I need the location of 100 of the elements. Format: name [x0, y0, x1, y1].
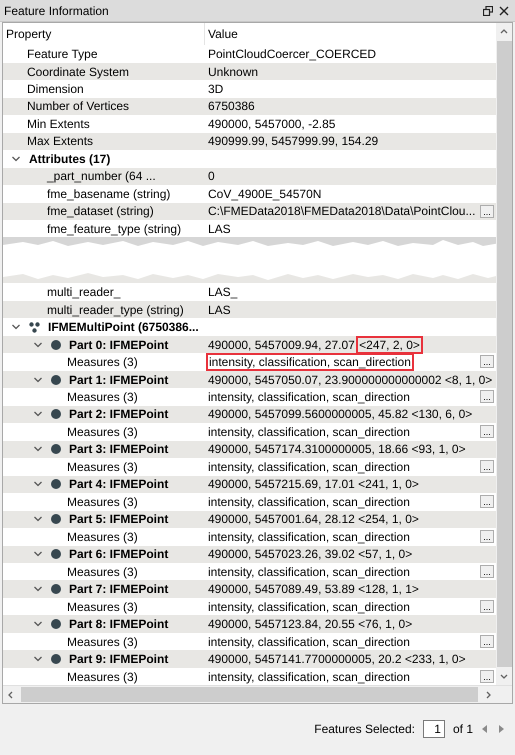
ellipsis-button[interactable]: ... — [480, 355, 494, 368]
measure-values: <8, 1, 0> — [444, 372, 492, 387]
point-icon — [51, 549, 61, 560]
property-value: intensity, classification, scan_direction — [208, 460, 410, 474]
tree-node-label[interactable]: Part 5: IFMEPoint — [69, 512, 168, 526]
restore-icon[interactable] — [483, 6, 493, 16]
property-value: 6750386 — [208, 99, 255, 114]
tree-node-label[interactable]: Part 6: IFMEPoint — [69, 547, 168, 562]
tree-node-label[interactable]: Part 3: IFMEPoint — [69, 442, 168, 456]
property-name: Number of Vertices — [27, 99, 130, 114]
point-icon — [51, 409, 61, 420]
point-coordinates: 490000, 5457001.64, 28.12 — [208, 512, 355, 526]
ellipsis-button[interactable]: ... — [480, 530, 494, 544]
ellipsis-button[interactable]: ... — [480, 425, 494, 438]
selected-index-field[interactable]: 1 — [422, 720, 445, 738]
property-value: intensity, classification, scan_direction — [208, 530, 410, 544]
point-icon — [51, 584, 61, 594]
ellipsis-button[interactable]: ... — [480, 390, 494, 404]
tree-node-label[interactable]: Attributes (17) — [29, 152, 110, 166]
property-value: PointCloudCoercer_COERCED — [208, 47, 376, 62]
multipoint-icon — [29, 322, 40, 333]
panel-title: Feature Information — [4, 4, 110, 18]
property-name: _part_number (64 ... — [47, 169, 156, 184]
next-icon[interactable] — [497, 724, 505, 734]
property-value: intensity, classification, scan_direction — [208, 600, 410, 614]
property-value: intensity, classification, scan_direction — [208, 355, 412, 370]
property-name: Measures (3) — [67, 634, 138, 649]
property-name: Measures (3) — [67, 460, 138, 474]
column-header[interactable]: Value — [205, 23, 496, 46]
point-icon — [51, 479, 61, 490]
property-name: Measures (3) — [67, 494, 138, 509]
measure-values: <130, 6, 0> — [412, 407, 472, 422]
property-name: multi_reader_ — [47, 285, 120, 300]
property-value: 490999.99, 5457999.99, 154.29 — [208, 134, 378, 148]
property-value: intensity, classification, scan_direction — [208, 494, 410, 509]
property-name: fme_dataset (string) — [47, 204, 154, 218]
point-icon — [51, 514, 61, 524]
tree-node-label[interactable]: IFMEMultiPoint (6750386... — [48, 320, 199, 334]
chevron-icon[interactable] — [33, 340, 43, 350]
point-coordinates: 490000, 5457023.26, 39.02 — [208, 547, 355, 562]
property-value: 3D — [208, 82, 224, 96]
point-coordinates: 490000, 5457009.94, 27.07 — [208, 338, 355, 352]
chevron-icon[interactable] — [11, 154, 21, 164]
point-icon — [51, 619, 61, 630]
tree-node-label[interactable]: Part 2: IFMEPoint — [69, 407, 168, 422]
property-name: Measures (3) — [67, 564, 138, 579]
measure-values: <76, 1, 0> — [358, 617, 412, 632]
ellipsis-button[interactable]: ... — [480, 460, 494, 474]
measure-values: <93, 1, 0> — [412, 442, 466, 456]
measure-values: <233, 1, 0> — [404, 652, 466, 666]
ellipsis-button[interactable]: ... — [480, 495, 494, 508]
horizontal-scrollbar[interactable] — [3, 685, 512, 703]
point-coordinates: 490000, 5457123.84, 20.55 — [208, 617, 355, 632]
property-name: Measures (3) — [67, 530, 138, 544]
property-value: LAS_ — [208, 285, 238, 300]
ellipsis-button[interactable]: ... — [480, 204, 494, 218]
chevron-icon[interactable] — [33, 374, 43, 385]
close-icon[interactable] — [499, 6, 509, 16]
tree-node-label[interactable]: Part 7: IFMEPoint — [69, 582, 168, 596]
property-name: Measures (3) — [67, 390, 138, 404]
tree-node-label[interactable]: Part 1: IFMEPoint — [69, 372, 168, 387]
vertical-scrollbar[interactable] — [496, 23, 512, 685]
property-name: Measures (3) — [67, 670, 138, 684]
ellipsis-button[interactable]: ... — [480, 600, 494, 613]
property-value: 490000, 5457000, -2.85 — [208, 116, 336, 131]
previous-icon[interactable] — [481, 724, 489, 734]
tree-node-label[interactable]: Part 0: IFMEPoint — [69, 338, 168, 352]
tree-node-label[interactable]: Part 8: IFMEPoint — [69, 617, 168, 632]
point-coordinates: 490000, 5457050.07, 23.900000000000002 — [208, 372, 442, 387]
property-name: Feature Type — [27, 47, 98, 62]
property-name: Measures (3) — [67, 424, 138, 439]
property-value: Unknown — [208, 64, 258, 79]
tree-node-label[interactable]: Part 4: IFMEPoint — [69, 477, 168, 492]
point-icon — [51, 444, 61, 454]
property-name: Min Extents — [27, 116, 90, 131]
measure-values: <254, 1, 0> — [358, 512, 419, 526]
total-count: of 1 — [452, 722, 473, 736]
property-name: Dimension — [27, 82, 84, 96]
ellipsis-button[interactable]: ... — [480, 634, 494, 648]
point-coordinates: 490000, 5457089.49, 53.89 — [208, 582, 355, 596]
tree-node-label[interactable]: Part 9: IFMEPoint — [69, 652, 168, 666]
features-selected-label: Features Selected: — [314, 722, 415, 736]
property-name: Measures (3) — [67, 600, 138, 614]
property-value: LAS — [208, 222, 231, 236]
point-icon — [51, 340, 61, 350]
point-icon — [51, 654, 61, 664]
property-name: fme_feature_type (string) — [47, 222, 182, 236]
point-icon — [51, 374, 61, 385]
property-value: LAS — [208, 302, 231, 317]
property-name: fme_basename (string) — [47, 186, 170, 201]
ellipsis-button[interactable]: ... — [480, 670, 494, 683]
point-coordinates: 490000, 5457215.69, 17.01 — [208, 477, 355, 492]
property-value: intensity, classification, scan_direction — [208, 670, 410, 684]
measure-values: <247, 2, 0> — [358, 338, 421, 352]
measure-values: <241, 1, 0> — [358, 477, 419, 492]
property-name: Max Extents — [27, 134, 94, 148]
ellipsis-button[interactable]: ... — [480, 564, 494, 578]
point-coordinates: 490000, 5457141.7700000005, 20.2 — [208, 652, 402, 666]
property-value: CoV_4900E_54570N — [208, 186, 322, 201]
property-name: Coordinate System — [27, 64, 130, 79]
